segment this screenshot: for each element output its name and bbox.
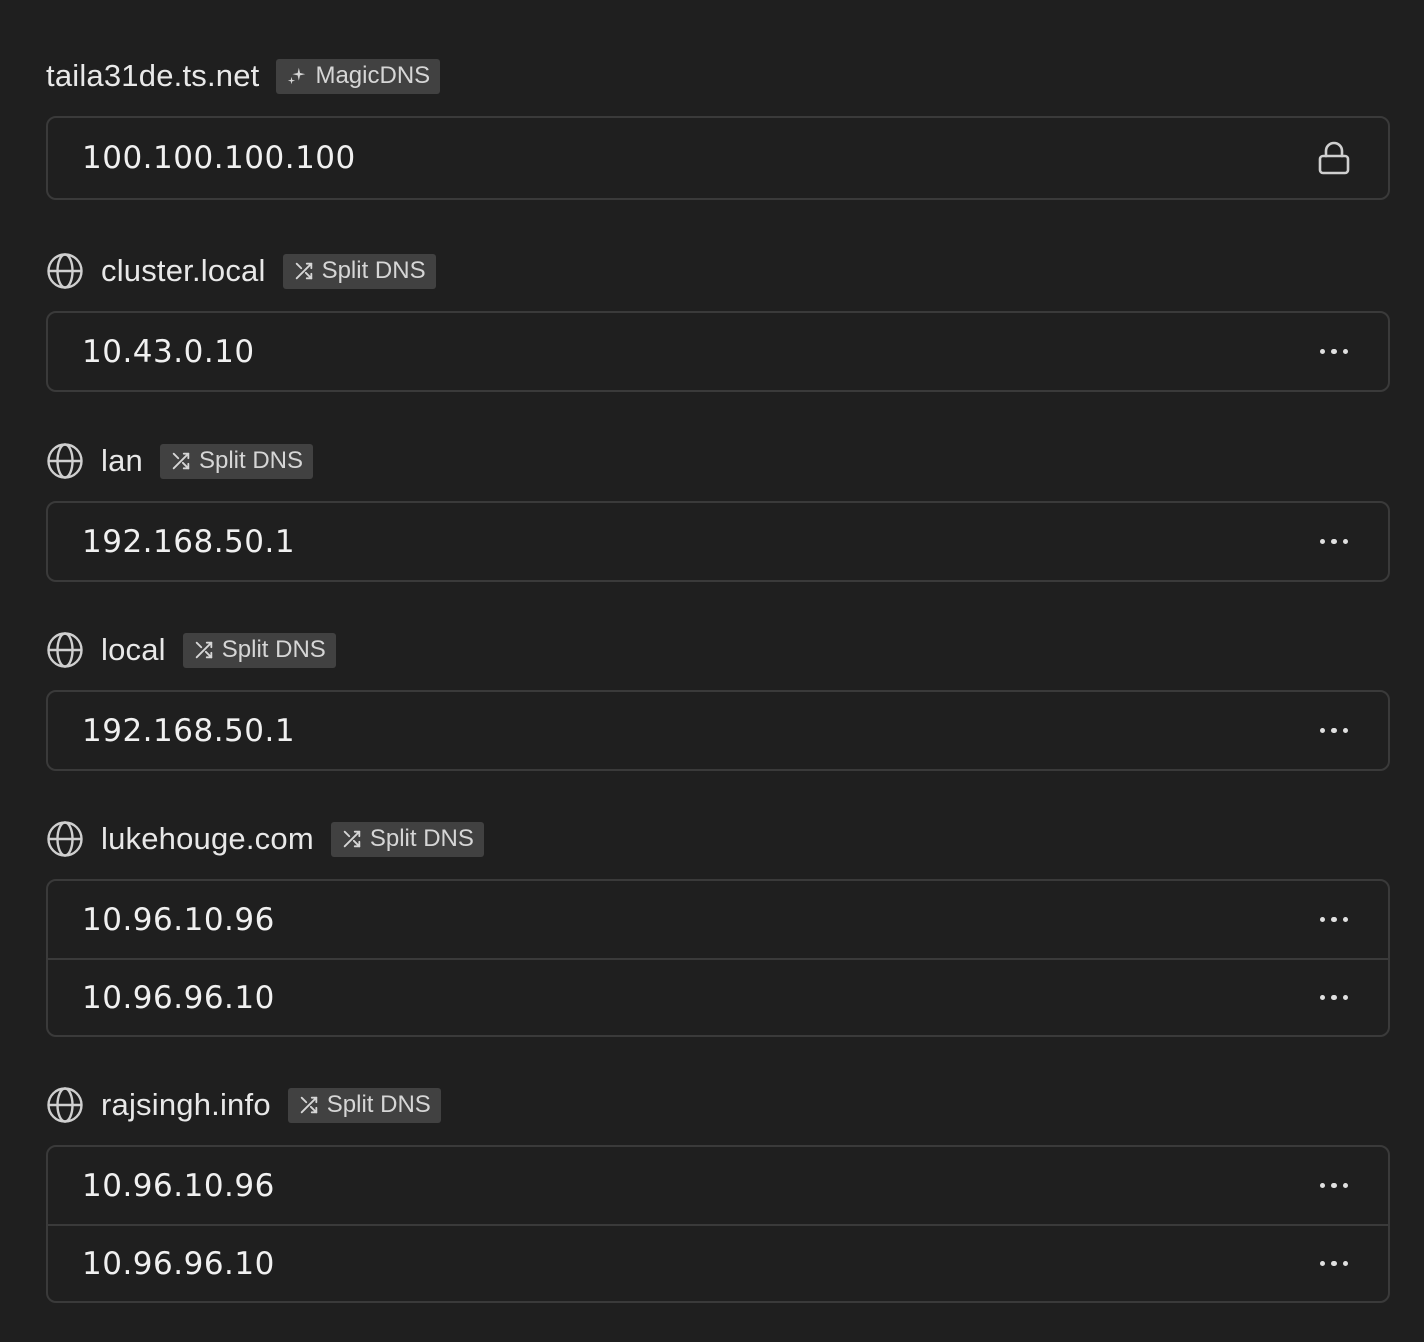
domain-name: rajsingh.info [101, 1087, 271, 1122]
split-dns-badge: Split DNS [159, 443, 313, 479]
magicdns-badge: MagicDNS [276, 58, 441, 94]
domain-name: lan [101, 443, 143, 478]
badge-label: Split DNS [221, 636, 326, 663]
sparkle-icon [286, 65, 308, 87]
split-dns-badge: Split DNS [182, 632, 336, 668]
lock-icon [1314, 138, 1354, 178]
more-icon[interactable] [1314, 522, 1354, 562]
domain-name: lukehouge.com [101, 821, 314, 856]
group-header: local Split DNS [46, 630, 1390, 670]
nameserver-row: 10.96.96.10 [48, 1224, 1388, 1301]
more-icon[interactable] [1314, 978, 1354, 1018]
nameserver-group: lan Split DNS 192.168.50.1 [46, 441, 1390, 582]
nameserver-row: 10.43.0.10 [48, 313, 1388, 390]
nameserver-ip: 100.100.100.100 [82, 140, 356, 176]
more-icon[interactable] [1314, 332, 1354, 372]
nameserver-ip: 10.96.96.10 [82, 979, 275, 1016]
nameserver-row: 10.96.10.96 [48, 881, 1388, 958]
group-header: lan Split DNS [46, 441, 1390, 481]
nameserver-group: cluster.local Split DNS 10.43.0.10 [46, 251, 1390, 392]
badge-label: Split DNS [321, 257, 426, 284]
shuffle-icon [341, 828, 363, 850]
nameserver-row: 192.168.50.1 [48, 692, 1388, 769]
globe-icon [46, 1086, 84, 1124]
shuffle-icon [170, 450, 192, 472]
domain-name: cluster.local [101, 253, 266, 288]
nameserver-group: local Split DNS 192.168.50.1 [46, 630, 1390, 771]
more-icon[interactable] [1314, 1244, 1354, 1284]
nameserver-ip: 192.168.50.1 [82, 523, 296, 560]
group-header: cluster.local Split DNS [46, 251, 1390, 291]
group-header: taila31de.ts.net MagicDNS [46, 56, 1390, 96]
more-icon[interactable] [1314, 900, 1354, 940]
globe-icon [46, 631, 84, 669]
nameserver-list: 192.168.50.1 [46, 501, 1390, 582]
badge-label: Split DNS [326, 1091, 431, 1118]
globe-icon [46, 252, 84, 290]
nameserver-list: 100.100.100.100 [46, 116, 1390, 200]
nameserver-group: rajsingh.info Split DNS 10.96.10.96 10.9… [46, 1085, 1390, 1303]
nameserver-row: 100.100.100.100 [48, 118, 1388, 198]
nameserver-group: lukehouge.com Split DNS 10.96.10.96 10.9… [46, 819, 1390, 1037]
globe-icon [46, 442, 84, 480]
badge-label: Split DNS [369, 825, 474, 852]
shuffle-icon [293, 260, 315, 282]
shuffle-icon [298, 1094, 320, 1116]
more-icon[interactable] [1314, 711, 1354, 751]
domain-name: local [101, 632, 166, 667]
nameserver-list: 10.43.0.10 [46, 311, 1390, 392]
badge-label: Split DNS [198, 447, 303, 474]
nameserver-ip: 10.96.10.96 [82, 1167, 275, 1204]
globe-icon [46, 820, 84, 858]
nameserver-ip: 10.96.96.10 [82, 1245, 275, 1282]
nameserver-ip: 10.43.0.10 [82, 333, 255, 370]
nameserver-list: 10.96.10.96 10.96.96.10 [46, 1145, 1390, 1303]
nameserver-group-magicdns: taila31de.ts.net MagicDNS 100.100.100.10… [46, 56, 1390, 200]
nameserver-list: 10.96.10.96 10.96.96.10 [46, 879, 1390, 1037]
domain-name: taila31de.ts.net [46, 58, 260, 93]
shuffle-icon [193, 639, 215, 661]
badge-label: MagicDNS [315, 62, 431, 89]
split-dns-badge: Split DNS [330, 821, 484, 857]
split-dns-badge: Split DNS [282, 253, 436, 289]
nameserver-ip: 192.168.50.1 [82, 712, 296, 749]
nameserver-row: 10.96.96.10 [48, 958, 1388, 1035]
nameserver-list: 192.168.50.1 [46, 690, 1390, 771]
more-icon[interactable] [1314, 1166, 1354, 1206]
nameserver-row: 10.96.10.96 [48, 1147, 1388, 1224]
split-dns-badge: Split DNS [287, 1087, 441, 1123]
nameserver-ip: 10.96.10.96 [82, 901, 275, 938]
group-header: lukehouge.com Split DNS [46, 819, 1390, 859]
nameserver-row: 192.168.50.1 [48, 503, 1388, 580]
group-header: rajsingh.info Split DNS [46, 1085, 1390, 1125]
